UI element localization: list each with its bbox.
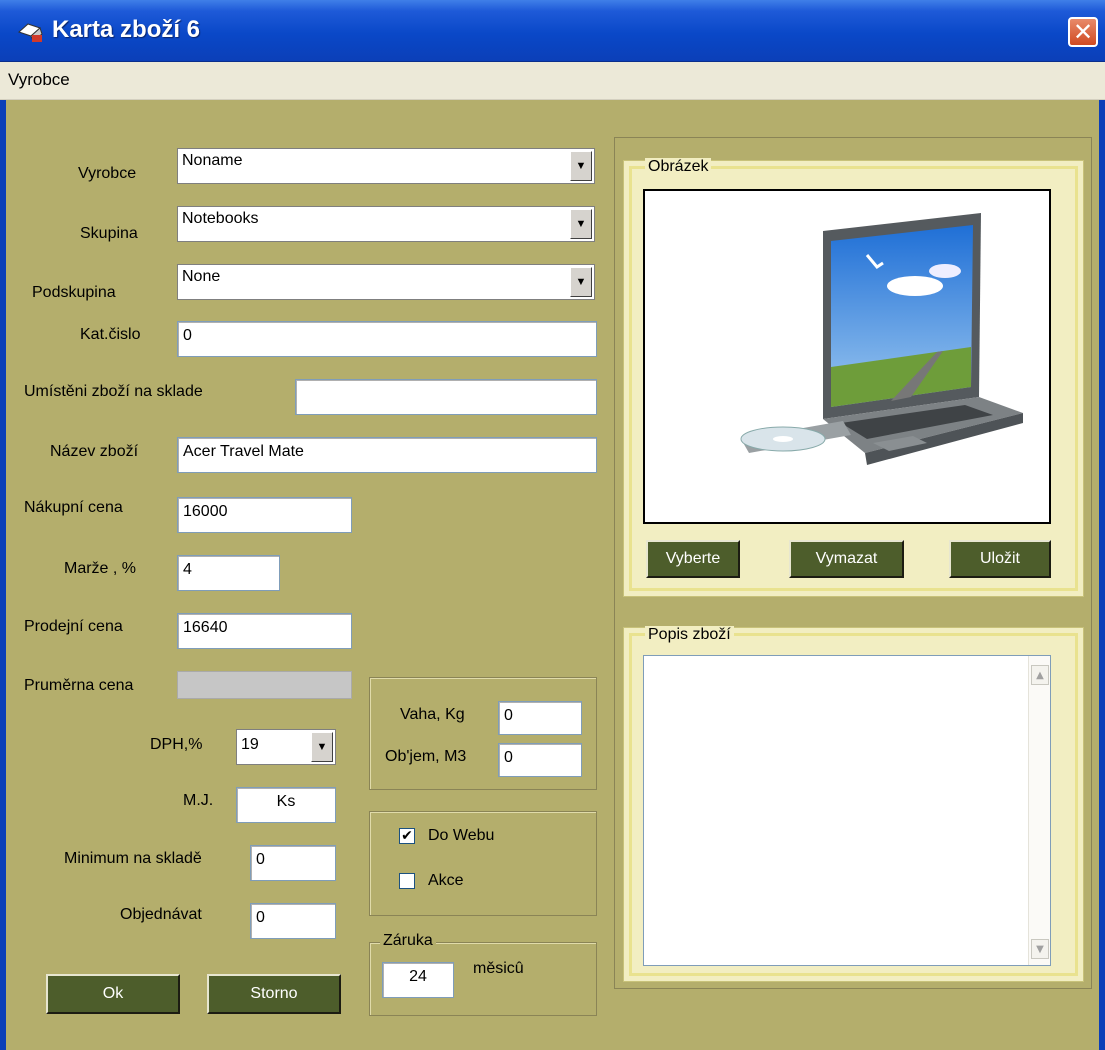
umisteni-label: Umístěni zboží na sklade: [24, 383, 203, 400]
kat-cislo-field[interactable]: 0: [177, 321, 597, 357]
minimum-field[interactable]: 0: [250, 845, 336, 881]
dph-label: DPH,%: [150, 736, 203, 753]
podskupina-select[interactable]: None ▼: [177, 264, 595, 300]
vaha-label: Vaha, Kg: [400, 706, 465, 723]
zaruka-field[interactable]: 24: [382, 962, 454, 998]
laptop-image: [740, 213, 1023, 465]
objem-label: Ob'jem, M3: [385, 748, 467, 765]
prumerna-cena-label: Pruměrna cena: [24, 677, 134, 694]
nakupni-cena-field[interactable]: 16000: [177, 497, 352, 533]
menu-bar: Vyrobce: [0, 62, 1105, 100]
scroll-down-icon[interactable]: ▼: [1031, 939, 1049, 959]
dph-value: 19: [241, 736, 259, 753]
podskupina-label: Podskupina: [32, 284, 116, 301]
chevron-down-icon[interactable]: ▼: [570, 209, 592, 239]
skupina-label: Skupina: [80, 225, 138, 242]
akce-label: Akce: [428, 872, 464, 889]
marze-label: Marže , %: [64, 560, 137, 577]
vyrobce-label: Vyrobce: [78, 165, 137, 182]
chevron-down-icon[interactable]: ▼: [570, 151, 592, 181]
podskupina-value: None: [182, 268, 221, 285]
objednavat-label: Objednávat: [120, 906, 202, 923]
window-left-border: [0, 100, 6, 1050]
nazev-field[interactable]: Acer Travel Mate: [177, 437, 597, 473]
nakupni-cena-label: Nákupní cena: [24, 499, 123, 516]
do-webu-checkbox[interactable]: ✔: [399, 828, 415, 844]
akce-checkbox[interactable]: [399, 873, 415, 889]
prodejni-cena-field[interactable]: 16640: [177, 613, 352, 649]
prodejni-cena-label: Prodejní cena: [24, 618, 123, 635]
vymazat-button[interactable]: Vymazat: [789, 540, 904, 578]
vyrobce-value: Noname: [182, 152, 243, 169]
vyberte-button[interactable]: Vyberte: [646, 540, 740, 578]
skupina-select[interactable]: Notebooks ▼: [177, 206, 595, 242]
window-title: Karta zboží 6: [52, 16, 201, 43]
prumerna-cena-field: [177, 671, 352, 699]
zaruka-unit: měsicû: [473, 960, 524, 977]
objem-field[interactable]: 0: [498, 743, 582, 777]
nazev-label: Název zboží: [50, 443, 139, 460]
dph-select[interactable]: 19 ▼: [236, 729, 336, 765]
scroll-up-icon[interactable]: ▲: [1031, 665, 1049, 685]
zaruka-legend: Záruka: [380, 932, 436, 950]
title-bar: Karta zboží 6 ✕: [0, 0, 1105, 62]
vyrobce-select[interactable]: Noname ▼: [177, 148, 595, 184]
description-textarea[interactable]: ▲ ▼: [643, 655, 1051, 966]
scrollbar[interactable]: ▲ ▼: [1028, 656, 1050, 965]
menu-item-vyrobce[interactable]: Vyrobce: [8, 70, 70, 90]
minimum-label: Minimum na skladě: [64, 850, 202, 867]
chevron-down-icon[interactable]: ▼: [311, 732, 333, 762]
app-icon: [18, 23, 43, 42]
ok-button[interactable]: Ok: [46, 974, 180, 1014]
skupina-value: Notebooks: [182, 210, 259, 227]
storno-button[interactable]: Storno: [207, 974, 341, 1014]
objednavat-field[interactable]: 0: [250, 903, 336, 939]
product-picture: [643, 189, 1051, 524]
mj-label: M.J.: [183, 792, 214, 809]
close-button[interactable]: ✕: [1068, 17, 1098, 47]
description-legend: Popis zboží: [645, 626, 734, 644]
do-webu-label: Do Webu: [428, 827, 495, 844]
umisteni-field[interactable]: [295, 379, 597, 415]
marze-field[interactable]: 4: [177, 555, 280, 591]
chevron-down-icon[interactable]: ▼: [570, 267, 592, 297]
window-right-border: [1099, 100, 1105, 1050]
picture-legend: Obrázek: [645, 158, 712, 176]
vaha-field[interactable]: 0: [498, 701, 582, 735]
kat-cislo-label: Kat.čislo: [80, 326, 141, 343]
ulozit-button[interactable]: Uložit: [949, 540, 1051, 578]
mj-field[interactable]: Ks: [236, 787, 336, 823]
